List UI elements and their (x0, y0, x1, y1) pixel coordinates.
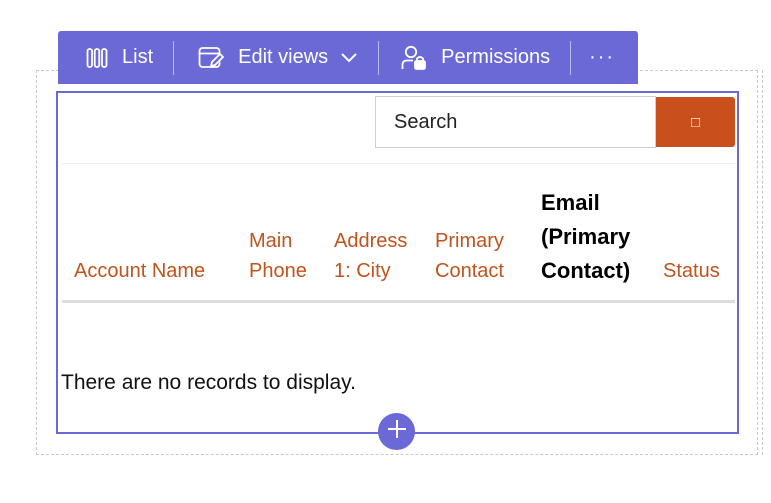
empty-state-message: There are no records to display. (61, 371, 356, 394)
section-outline-right (762, 70, 771, 455)
table-header: Account Name Main Phone Address 1: City … (62, 167, 735, 303)
permissions-label: Permissions (441, 46, 551, 68)
column-header-email-primary-contact: Email (Primary Contact) (541, 190, 631, 283)
column-header-address-city[interactable]: Address 1: City (334, 226, 407, 286)
component-toolbar: List Edit views Permissions ··· (58, 31, 638, 84)
edit-view-icon (198, 46, 225, 70)
permissions-button[interactable]: Permissions (379, 31, 570, 84)
add-section-button[interactable] (378, 413, 415, 450)
column-header-primary-contact[interactable]: Primary Contact (435, 226, 504, 286)
column-header-status[interactable]: Status (663, 256, 720, 286)
search-input[interactable] (375, 96, 656, 148)
search-box: □ (375, 96, 735, 148)
more-options-button[interactable]: ··· (571, 46, 615, 69)
header-divider (62, 163, 735, 164)
column-header-main-phone[interactable]: Main Phone (249, 226, 307, 286)
list-component: □ Account Name Main Phone Address 1: Cit… (56, 91, 739, 434)
canvas: List Edit views Permissions ··· Search □… (0, 0, 771, 503)
list-button[interactable]: List (58, 31, 173, 84)
list-label: List (122, 46, 154, 68)
columns-icon (86, 47, 108, 69)
search-icon: □ (690, 113, 701, 131)
edit-views-button[interactable]: Edit views (174, 31, 378, 84)
edit-views-label: Edit views (238, 46, 329, 68)
chevron-down-icon (340, 52, 358, 64)
search-button[interactable]: □ (656, 97, 735, 147)
plus-icon (386, 418, 408, 445)
more-icon: ··· (589, 46, 616, 68)
user-lock-icon (401, 45, 427, 71)
column-header-account-name[interactable]: Account Name (74, 256, 205, 286)
